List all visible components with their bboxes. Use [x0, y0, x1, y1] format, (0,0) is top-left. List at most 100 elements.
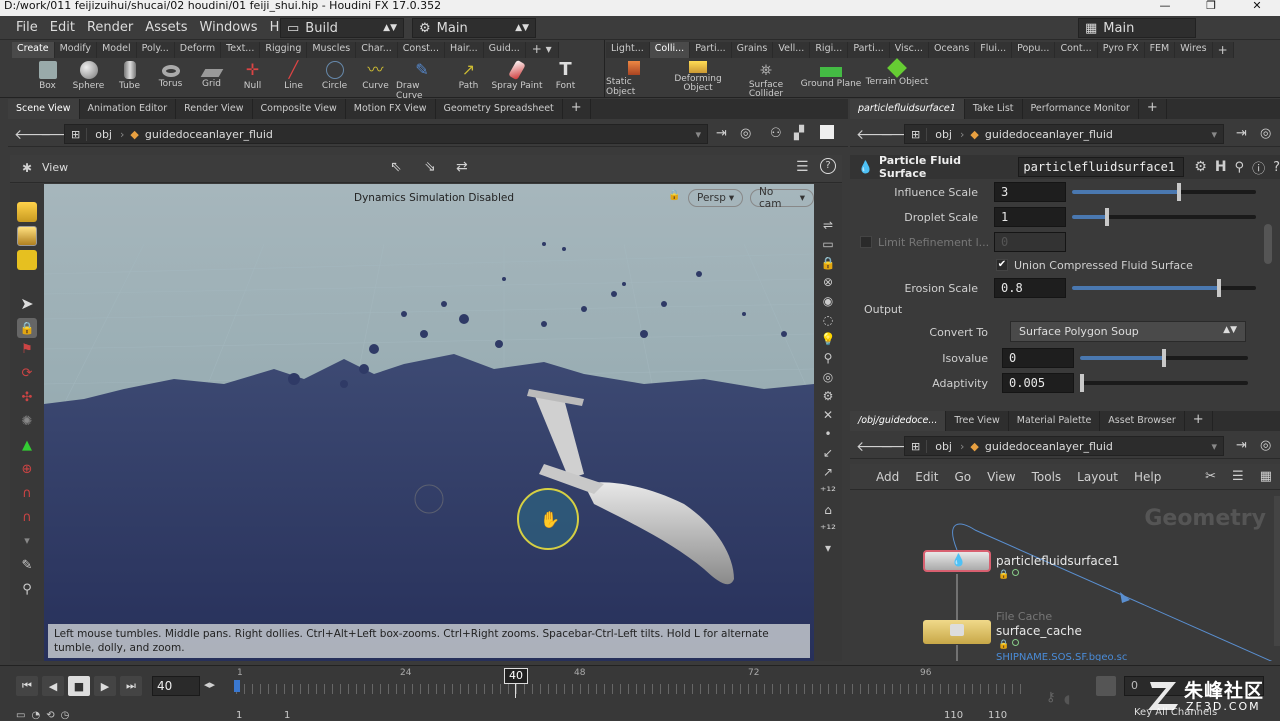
snap-view-icon[interactable]: ✕: [823, 408, 833, 422]
shelf-tab-modify[interactable]: Modify: [54, 42, 98, 58]
node-name-field[interactable]: particlefluidsurface1: [1018, 157, 1185, 177]
camera-dropdown[interactable]: No cam ▾: [750, 186, 814, 210]
add-shelf-tab-button-right[interactable]: +: [1212, 42, 1234, 58]
tool-deforming-object[interactable]: Deforming Object: [662, 61, 734, 97]
transform-tool-icon[interactable]: [17, 226, 37, 246]
maximize-pane-icon[interactable]: [820, 125, 834, 139]
shelf-tab-hair[interactable]: Hair...: [444, 42, 484, 58]
param-scrollbar[interactable]: [1264, 224, 1272, 264]
minimize-button[interactable]: —: [1142, 0, 1188, 12]
network-menu-add[interactable]: Add: [876, 470, 899, 484]
tool-grid[interactable]: Grid: [191, 61, 232, 97]
range-start2-field[interactable]: 1: [284, 710, 290, 721]
gear-icon[interactable]: ⚙: [1194, 159, 1207, 175]
scroll-down-icon[interactable]: ▾: [825, 541, 831, 555]
scene-path-field[interactable]: ⊞ obj › ◆ guidedoceanlayer_fluid ▾: [64, 124, 708, 144]
network-scrollbar[interactable]: [1274, 496, 1280, 646]
badge-12-icon[interactable]: ⁺¹²: [820, 484, 836, 498]
sphere-tool-icon[interactable]: ✺: [17, 414, 37, 434]
scene-viewport[interactable]: ✋ Dynamics Simulation Disabled 🔒 Persp ▾ …: [44, 184, 814, 661]
shelf-tab-create[interactable]: Create: [12, 42, 55, 58]
range-icon-1[interactable]: ▭: [16, 710, 25, 721]
path-node[interactable]: guidedoceanlayer_fluid: [985, 128, 1113, 141]
range-icon-4[interactable]: ◷: [61, 710, 70, 721]
desktop-main-dropdown[interactable]: ⚙ Main ▲▼: [412, 18, 536, 38]
go-to-start-button[interactable]: ⏮: [16, 676, 38, 696]
add-param-tab-button[interactable]: +: [1139, 99, 1167, 119]
paint-icon[interactable]: ✎: [17, 558, 37, 578]
grid-view-icon[interactable]: ▦: [1260, 469, 1280, 484]
expand-icon[interactable]: ▾: [17, 534, 37, 554]
play-reverse-button[interactable]: ◀: [42, 676, 64, 696]
tool-circle[interactable]: Circle: [314, 61, 355, 97]
shelf-tab-collisions[interactable]: Colli...: [649, 42, 691, 58]
tool-ground-plane[interactable]: Ground Plane: [798, 61, 864, 97]
go-to-end-button[interactable]: ⏭: [120, 676, 142, 696]
shelf-tab-fem[interactable]: FEM: [1144, 42, 1176, 58]
tab-render-view[interactable]: Render View: [176, 99, 253, 119]
isovalue-slider[interactable]: [1080, 349, 1248, 367]
view-menu-icon[interactable]: ✱: [22, 161, 32, 175]
menu-file[interactable]: File: [10, 20, 44, 35]
range-icon-2[interactable]: ◔: [31, 710, 40, 721]
path-node[interactable]: guidedoceanlayer_fluid: [145, 128, 273, 141]
range-end-field[interactable]: 110: [944, 710, 963, 721]
vector-icon[interactable]: ↙: [823, 446, 833, 460]
close-button[interactable]: ✕: [1234, 0, 1280, 12]
magnet-icon-3[interactable]: ∩: [17, 510, 37, 530]
shelf-tab-container[interactable]: Cont...: [1055, 42, 1098, 58]
lock-camera-icon[interactable]: 🔒: [668, 190, 682, 204]
target-icon[interactable]: ◎: [740, 126, 751, 141]
handle-tool-icon[interactable]: [17, 250, 37, 270]
current-frame-field[interactable]: 40: [152, 676, 200, 696]
maximize-button[interactable]: ❐: [1188, 0, 1234, 12]
shelf-tab-deform[interactable]: Deform: [174, 42, 222, 58]
info-icon[interactable]: ⓘ: [1252, 158, 1265, 177]
camera-pan-icon[interactable]: ⇘: [424, 159, 436, 175]
shelf-tab-guid[interactable]: Guid...: [483, 42, 526, 58]
tab-material-palette[interactable]: Material Palette: [1009, 411, 1101, 431]
display-icon-2[interactable]: ▭: [822, 237, 833, 251]
network-icon[interactable]: ⚇: [770, 126, 782, 141]
play-forward-button[interactable]: ▶: [94, 676, 116, 696]
tab-param-node[interactable]: particlefluidsurface1: [850, 99, 965, 119]
range-start-field[interactable]: 1: [236, 710, 242, 721]
tab-scene-view[interactable]: Scene View: [8, 99, 80, 119]
path-root[interactable]: obj: [927, 440, 960, 453]
influence-scale-field[interactable]: 3: [994, 182, 1066, 202]
tab-composite-view[interactable]: Composite View: [253, 99, 346, 119]
shelf-tab-vellum[interactable]: Vell...: [773, 42, 811, 58]
shelf-tab-populate[interactable]: Popu...: [1012, 42, 1056, 58]
network-menu-go[interactable]: Go: [954, 470, 971, 484]
influence-scale-slider[interactable]: [1072, 183, 1256, 201]
snap-icon[interactable]: ⚑: [17, 342, 37, 362]
magnet-icon-2[interactable]: ∩: [17, 486, 37, 506]
param-path-field[interactable]: ⊞ obj › ◆ guidedoceanlayer_fluid ▾: [904, 124, 1224, 144]
persp-dropdown[interactable]: Persp ▾: [688, 189, 744, 207]
erosion-scale-field[interactable]: 0.8: [994, 278, 1066, 298]
shelf-tab-poly[interactable]: Poly...: [136, 42, 175, 58]
tool-font[interactable]: T Font: [545, 61, 586, 97]
key-icon[interactable]: ⚷: [1046, 690, 1056, 705]
shelf-tab-muscles[interactable]: Muscles: [307, 42, 357, 58]
snapshot-icon[interactable]: ◎: [823, 370, 833, 384]
tool-sphere[interactable]: Sphere: [68, 61, 109, 97]
node1-name-label[interactable]: particlefluidsurface1: [996, 554, 1119, 568]
shelf-tab-particle-fluids[interactable]: Parti...: [848, 42, 890, 58]
real-time-toggle[interactable]: [1096, 676, 1116, 696]
isovalue-field[interactable]: 0: [1002, 348, 1074, 368]
point-icon[interactable]: •: [824, 427, 831, 441]
adaptivity-slider[interactable]: [1079, 374, 1248, 392]
shelf-tab-viscous[interactable]: Visc...: [889, 42, 929, 58]
tab-performance-monitor[interactable]: Performance Monitor: [1023, 99, 1139, 119]
layout-icon[interactable]: ▞: [794, 126, 804, 141]
shelf-tab-model[interactable]: Model: [97, 42, 137, 58]
pin-icon[interactable]: ⇥: [1236, 438, 1247, 453]
badge-12b-icon[interactable]: ⁺¹²: [820, 522, 836, 536]
vector-icon-2[interactable]: ↗: [823, 465, 833, 479]
shelf-tab-lights[interactable]: Light...: [606, 42, 650, 58]
wire-icon[interactable]: ◌: [823, 313, 833, 327]
search-icon[interactable]: ⚲: [1235, 160, 1245, 175]
shelf-tab-pyrofx[interactable]: Pyro FX: [1097, 42, 1145, 58]
menu-assets[interactable]: Assets: [139, 20, 193, 35]
